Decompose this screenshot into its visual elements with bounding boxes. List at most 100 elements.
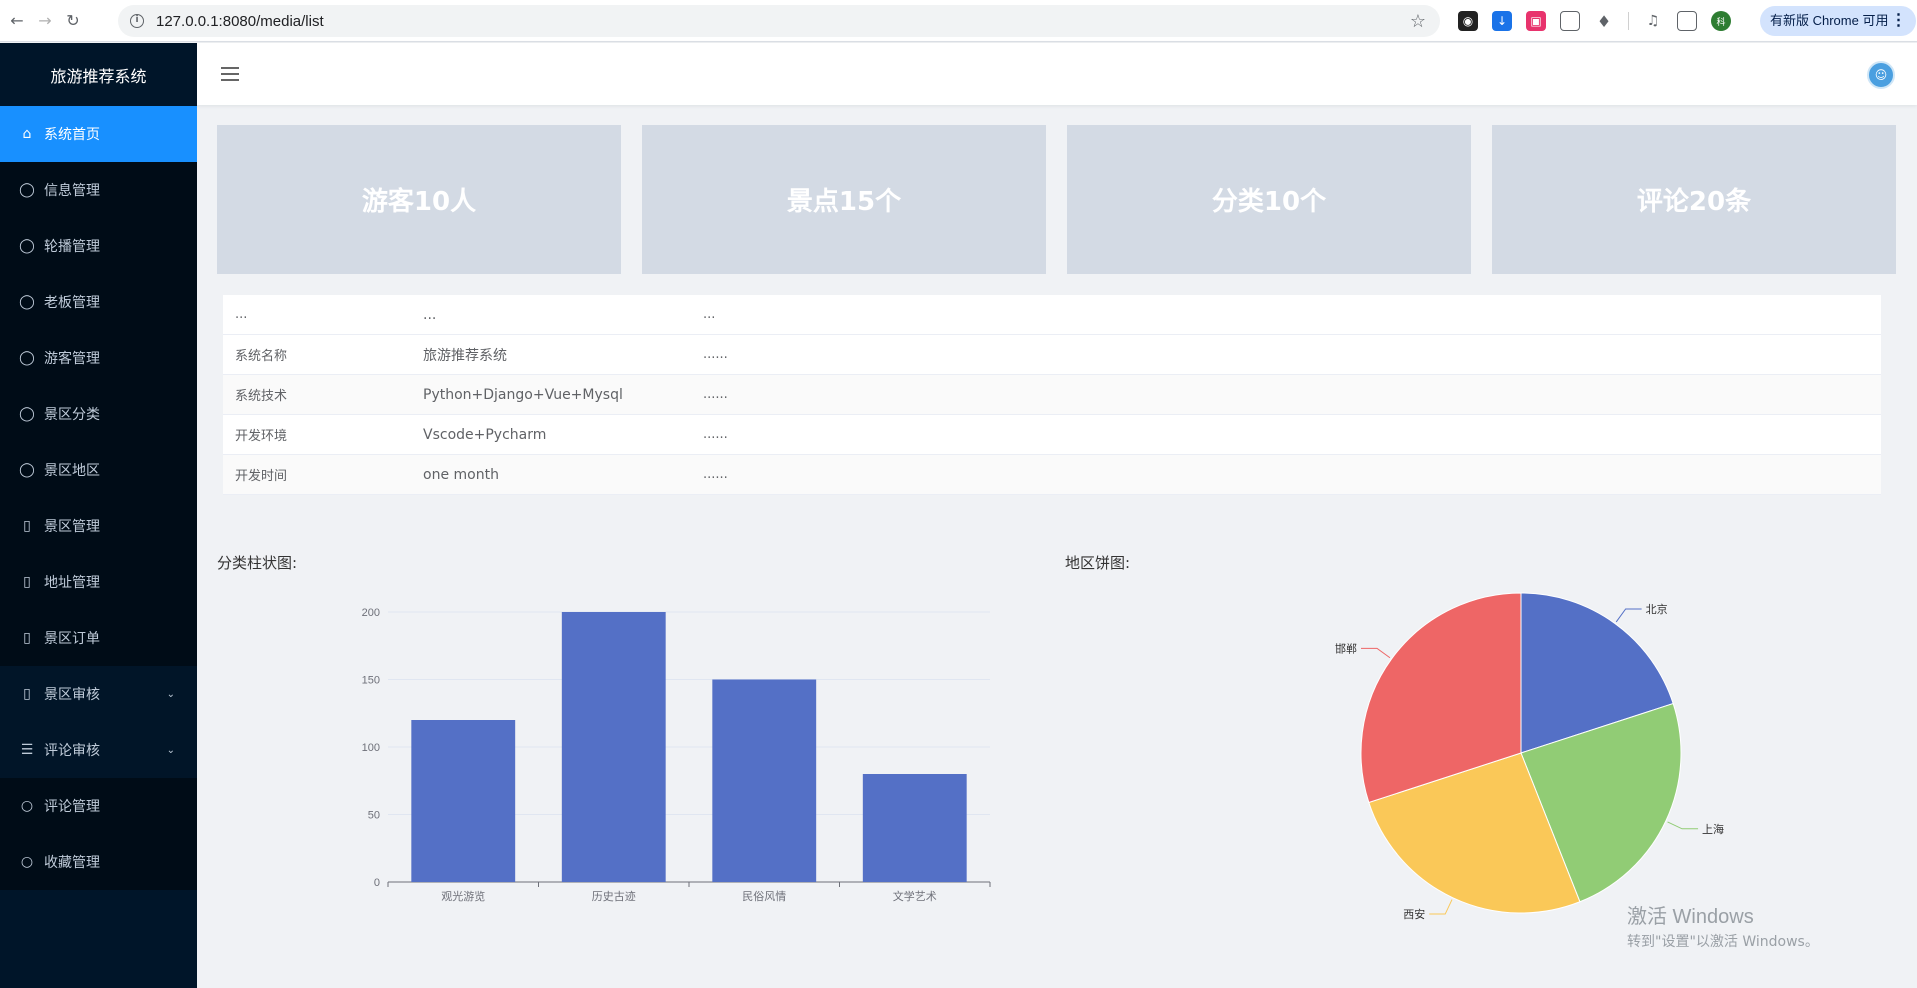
table-cell: ...... (703, 347, 728, 362)
stat-card-visitors: 游客10人 (217, 125, 621, 274)
x-tick-label: 民俗风情 (742, 890, 786, 903)
document-icon: ▯ (23, 574, 31, 590)
chrome-update-button[interactable]: 有新版 Chrome 可用 ⋮ (1760, 6, 1917, 36)
bookmark-star-icon[interactable]: ☆ (1410, 11, 1426, 32)
stat-label: 评论20条 (1636, 187, 1752, 217)
system-info-table: ... ... ... 系统名称 旅游推荐系统 ...... 系统技术 Pyth… (223, 295, 1881, 495)
table-row: 系统技术 Python+Django+Vue+Mysql ...... (223, 375, 1881, 415)
sidebar-item[interactable]: ▯ 地址管理 (0, 554, 197, 610)
reload-icon[interactable]: ↻ (62, 10, 84, 32)
user-icon: ◯ (19, 238, 35, 254)
app-title: 旅游推荐系统 (0, 43, 197, 106)
extension-icon[interactable]: ◉ (1458, 11, 1478, 31)
toolbar-divider (1628, 12, 1629, 30)
url-text[interactable]: 127.0.0.1:8080/media/list (156, 13, 324, 30)
sidebar-item[interactable]: ⌂ 系统首页 (0, 106, 197, 162)
home-icon: ⌂ (22, 126, 32, 142)
sidebar-item-label: 景区审核 (44, 687, 100, 703)
stat-label: 游客10人 (361, 187, 477, 217)
x-tick-label: 观光游览 (441, 889, 485, 903)
table-cell: 系统技术 (235, 389, 288, 404)
sidebar-item-label: 景区订单 (44, 631, 100, 647)
sidebar-item-label: 老板管理 (44, 295, 100, 311)
extensions-area: ◉ ↓ ▣ ♦ ♫ 科 (1458, 11, 1731, 31)
profile-avatar[interactable]: 科 (1711, 11, 1731, 31)
sidebar-item[interactable]: ▯ 景区管理 (0, 498, 197, 554)
region-pie-chart: 北京上海西安 邯郸 (1335, 592, 1724, 920)
sidebar-item-label: 景区地区 (44, 463, 100, 479)
pie-label: 西安 (1403, 907, 1425, 920)
bar[interactable] (561, 612, 666, 882)
sidebar-item[interactable]: ◯ 景区地区 (0, 442, 197, 498)
sidebar-item[interactable]: ○ 收藏管理 (0, 834, 197, 890)
sidebar-item[interactable]: ◯ 游客管理 (0, 330, 197, 386)
table-cell: ...... (703, 387, 728, 402)
document-icon: ▯ (23, 686, 31, 702)
pie-label: 北京 (1646, 602, 1668, 616)
address-bar[interactable]: i 127.0.0.1:8080/media/list ☆ (118, 5, 1440, 37)
table-header-cell: ... (423, 306, 437, 323)
sidebar-menu: ⌂ 系统首页 ◯ 信息管理 ◯ 轮播管理 ◯ 老板管理 ◯ 游客管理 ◯ 景区分类 ◯ 景区地区 ▯ 景区管理… (0, 106, 197, 890)
table-row: 开发环境 Vscode+Pycharm ...... (223, 415, 1881, 455)
sidebar: 旅游推荐系统 ⌂ 系统首页 ◯ 信息管理 ◯ 轮播管理 ◯ 老板管理 ◯ 游客管理 ◯ 景区分类 ◯ 景区… (0, 43, 197, 988)
pie-chart-title: 地区饼图: (1065, 554, 1131, 572)
forward-icon[interactable]: → (34, 10, 56, 32)
chevron-down-icon: ⌄ (166, 688, 175, 700)
download-extension-icon[interactable]: ↓ (1492, 11, 1512, 31)
pie-label: 上海 (1702, 822, 1724, 836)
top-header: ☺ (197, 43, 1917, 105)
sidebar-item[interactable]: ☰ 评论审核 ⌄ (0, 722, 197, 778)
sidebar-item-label: 景区分类 (44, 407, 100, 423)
side-panel-icon[interactable] (1677, 11, 1697, 31)
bar-chart-title: 分类柱状图: (217, 554, 298, 572)
extension-icon[interactable]: ▣ (1526, 11, 1546, 31)
sidebar-item[interactable]: ◯ 轮播管理 (0, 218, 197, 274)
sidebar-item-label: 地址管理 (44, 575, 100, 591)
pie-label-line (1667, 821, 1699, 830)
update-label: 有新版 Chrome 可用 (1770, 13, 1889, 28)
table-header-cell: ... (703, 307, 716, 322)
stat-card-comments: 评论20条 (1492, 125, 1896, 274)
back-icon[interactable]: ← (6, 10, 28, 32)
pie-label-line (1360, 647, 1391, 659)
table-cell: ...... (703, 427, 728, 442)
table-cell: one month (423, 466, 499, 483)
user-icon: ◯ (19, 182, 35, 198)
more-menu-icon[interactable]: ⋮ (1890, 6, 1906, 36)
user-avatar[interactable]: ☺ (1867, 61, 1895, 89)
table-cell: 开发环境 (235, 429, 288, 444)
sidebar-item[interactable]: ▯ 景区订单 (0, 610, 197, 666)
collapse-menu-icon[interactable] (221, 67, 239, 85)
sidebar-item[interactable]: ◯ 信息管理 (0, 162, 197, 218)
watermark-subtitle: 转到"设置"以激活 Windows。 (1627, 934, 1819, 950)
y-tick-label: 0 (374, 877, 380, 889)
sidebar-item[interactable]: ◯ 景区分类 (0, 386, 197, 442)
puzzle-icon[interactable]: ♦ (1594, 11, 1614, 31)
table-row: 系统名称 旅游推荐系统 ...... (223, 335, 1881, 375)
y-tick-label: 100 (362, 742, 380, 754)
y-tick-label: 50 (368, 810, 380, 822)
user-icon: ◯ (19, 462, 35, 478)
chat-icon: ○ (20, 854, 34, 870)
list-icon: ☰ (20, 742, 34, 758)
table-row: 开发时间 one month ...... (223, 455, 1881, 495)
site-info-icon[interactable]: i (130, 14, 144, 28)
sidebar-item[interactable]: ◯ 老板管理 (0, 274, 197, 330)
table-cell: 旅游推荐系统 (423, 347, 507, 364)
chevron-down-icon: ⌄ (166, 744, 175, 756)
chat-icon: ○ (20, 798, 34, 814)
sidebar-item[interactable]: ○ 评论管理 (0, 778, 197, 834)
sidebar-item[interactable]: ▯ 景区审核 ⌄ (0, 666, 197, 722)
bar[interactable] (411, 720, 516, 882)
media-icon[interactable]: ♫ (1643, 11, 1663, 31)
stat-card-attractions: 景点15个 (642, 125, 1046, 274)
pie-label: 邯郸 (1335, 641, 1357, 655)
x-tick-label: 文学艺术 (893, 889, 937, 903)
sidebar-item-label: 景区管理 (44, 519, 100, 535)
copy-extension-icon[interactable] (1560, 11, 1580, 31)
bar[interactable] (712, 679, 817, 883)
sidebar-item-label: 游客管理 (44, 351, 100, 367)
stat-card-categories: 分类10个 (1067, 125, 1471, 274)
sidebar-item-label: 收藏管理 (44, 855, 100, 871)
bar[interactable] (862, 774, 967, 882)
